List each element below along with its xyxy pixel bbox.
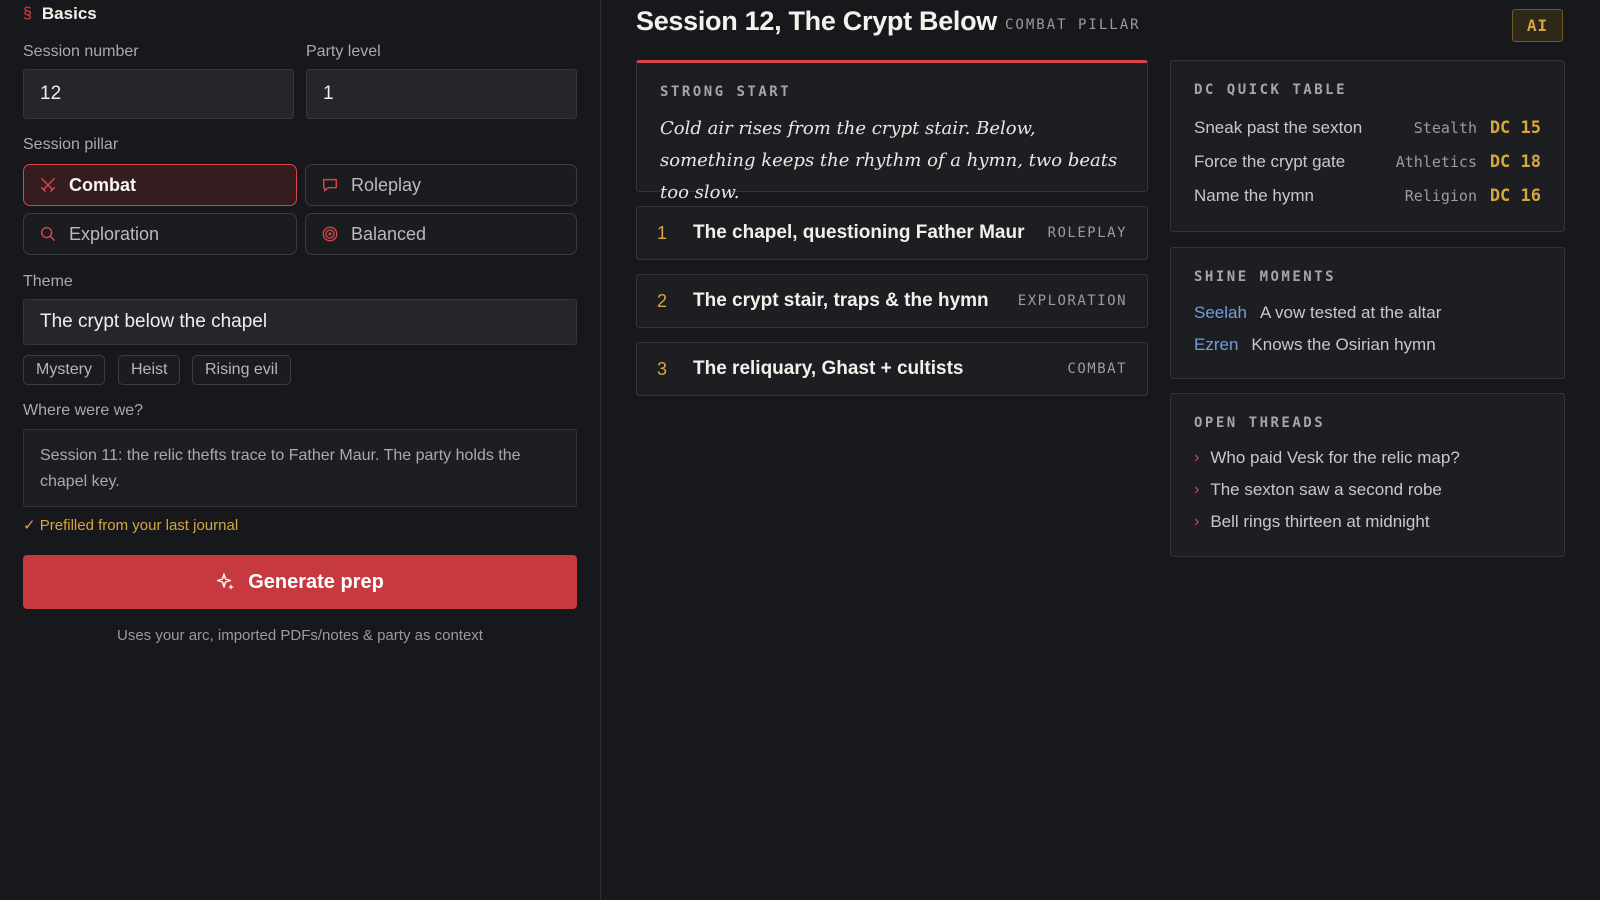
section-header: § Basics [23, 4, 97, 24]
chevron-right-icon: › [1194, 481, 1200, 498]
scene-name: The chapel, questioning Father Maur [693, 222, 1025, 243]
scene-pillar-tag: COMBAT [1067, 361, 1127, 377]
magnifier-icon [40, 226, 56, 242]
scene-item[interactable]: 2 The crypt stair, traps & the hymn EXPL… [636, 274, 1148, 328]
scene-number: 2 [657, 290, 668, 311]
dc-value: DC 18 [1489, 152, 1541, 172]
pillar-label: Exploration [69, 223, 160, 244]
thread-text: Who paid Vesk for the relic map? [1210, 448, 1460, 467]
session-number-label: Session number [23, 43, 139, 60]
theme-chip-mystery[interactable]: Mystery [23, 355, 105, 385]
crossed-swords-icon [40, 177, 56, 193]
scene-item[interactable]: 1 The chapel, questioning Father Maur RO… [636, 206, 1148, 260]
dc-heading: DC QUICK TABLE [1194, 82, 1348, 98]
generate-prep-label: Generate prep [248, 570, 384, 593]
scene-name: The crypt stair, traps & the hymn [693, 290, 989, 311]
where-were-we-textarea[interactable]: Session 11: the relic thefts trace to Fa… [23, 429, 577, 507]
ai-badge[interactable]: AI [1512, 9, 1563, 42]
section-icon: § [23, 5, 32, 22]
thread-text: Bell rings thirteen at midnight [1210, 512, 1430, 531]
thread-text: The sexton saw a second robe [1210, 480, 1442, 499]
speech-bubble-icon [322, 178, 338, 192]
dc-quick-table: DC QUICK TABLE Sneak past the sexton Stea… [1170, 60, 1565, 232]
pillar-option-roleplay[interactable]: Roleplay [305, 164, 577, 206]
dc-skill: Religion [1404, 187, 1477, 205]
chevron-right-icon: › [1194, 449, 1200, 466]
character-name[interactable]: Ezren [1194, 335, 1238, 355]
where-were-we-label: Where were we? [23, 402, 144, 419]
strong-start-heading: STRONG START [660, 84, 792, 100]
sparkle-icon [216, 573, 235, 590]
dc-task: Sneak past the sexton [1194, 118, 1363, 137]
shine-description: A vow tested at the altar [1259, 303, 1442, 322]
chevron-right-icon: › [1194, 513, 1200, 530]
pillar-option-combat[interactable]: Combat [23, 164, 297, 206]
thread-item[interactable]: › Who paid Vesk for the relic map? [1194, 448, 1460, 468]
party-level-label: Party level [306, 43, 381, 60]
dc-task: Force the crypt gate [1194, 152, 1346, 171]
shine-row: Seelah A vow tested at the altar [1194, 303, 1441, 323]
open-threads-card: OPEN THREADS › Who paid Vesk for the rel… [1170, 393, 1565, 557]
scene-number: 3 [657, 358, 668, 379]
target-icon [322, 226, 338, 242]
theme-input[interactable]: The crypt below the chapel [23, 299, 577, 345]
generate-prep-button[interactable]: Generate prep [23, 555, 577, 609]
character-name[interactable]: Seelah [1194, 303, 1247, 323]
dc-row: Sneak past the sexton Stealth DC 15 [1194, 116, 1541, 140]
scene-pillar-tag: ROLEPLAY [1047, 225, 1127, 241]
scene-number: 1 [657, 222, 668, 243]
pillar-option-balanced[interactable]: Balanced [305, 213, 577, 255]
scene-item[interactable]: 3 The reliquary, Ghast + cultists COMBAT [636, 342, 1148, 396]
thread-item[interactable]: › Bell rings thirteen at midnight [1194, 512, 1430, 532]
theme-chip-rising-evil[interactable]: Rising evil [192, 355, 291, 385]
dc-task: Name the hymn [1194, 186, 1314, 205]
prep-form-panel: § Basics Session number 12 Party level 1… [0, 0, 601, 900]
shine-moments-card: SHINE MOMENTS Seelah A vow tested at the… [1170, 247, 1565, 379]
party-level-input[interactable]: 1 [306, 69, 577, 119]
shine-description: Knows the Osirian hymn [1251, 335, 1436, 354]
session-pillar-label: Session pillar [23, 136, 119, 153]
theme-chip-heist[interactable]: Heist [118, 355, 181, 385]
pillar-label: Balanced [351, 223, 427, 244]
dc-skill: Athletics [1395, 153, 1477, 171]
dc-value: DC 15 [1489, 118, 1541, 138]
session-number-input[interactable]: 12 [23, 69, 294, 119]
shine-heading: SHINE MOMENTS [1194, 269, 1337, 285]
scene-pillar-tag: EXPLORATION [1017, 293, 1127, 309]
scene-name: The reliquary, Ghast + cultists [693, 358, 964, 379]
dc-row: Force the crypt gate Athletics DC 18 [1194, 150, 1541, 174]
session-title: Session 12, The Crypt Below [636, 6, 998, 36]
shine-row: Ezren Knows the Osirian hymn [1194, 335, 1436, 355]
dc-skill: Stealth [1413, 119, 1477, 137]
pillar-option-exploration[interactable]: Exploration [23, 213, 297, 255]
pillar-label: Combat [69, 174, 136, 195]
strong-start-card: STRONG START Cold air rises from the cry… [636, 60, 1148, 203]
theme-label: Theme [23, 273, 73, 290]
pillar-label: Roleplay [351, 174, 422, 195]
strong-start-text: Cold air rises from the crypt stair. Bel… [660, 118, 1118, 203]
dc-row: Name the hymn Religion DC 16 [1194, 184, 1541, 208]
generate-hint: Uses your arc, imported PDFs/notes & par… [117, 627, 483, 644]
section-title: Basics [41, 4, 97, 23]
thread-item[interactable]: › The sexton saw a second robe [1194, 480, 1442, 500]
prefill-note: ✓ Prefilled from your last journal [23, 517, 239, 534]
dc-value: DC 16 [1489, 186, 1541, 206]
pillar-tag: COMBAT PILLAR [1005, 17, 1141, 33]
threads-heading: OPEN THREADS [1194, 415, 1326, 431]
